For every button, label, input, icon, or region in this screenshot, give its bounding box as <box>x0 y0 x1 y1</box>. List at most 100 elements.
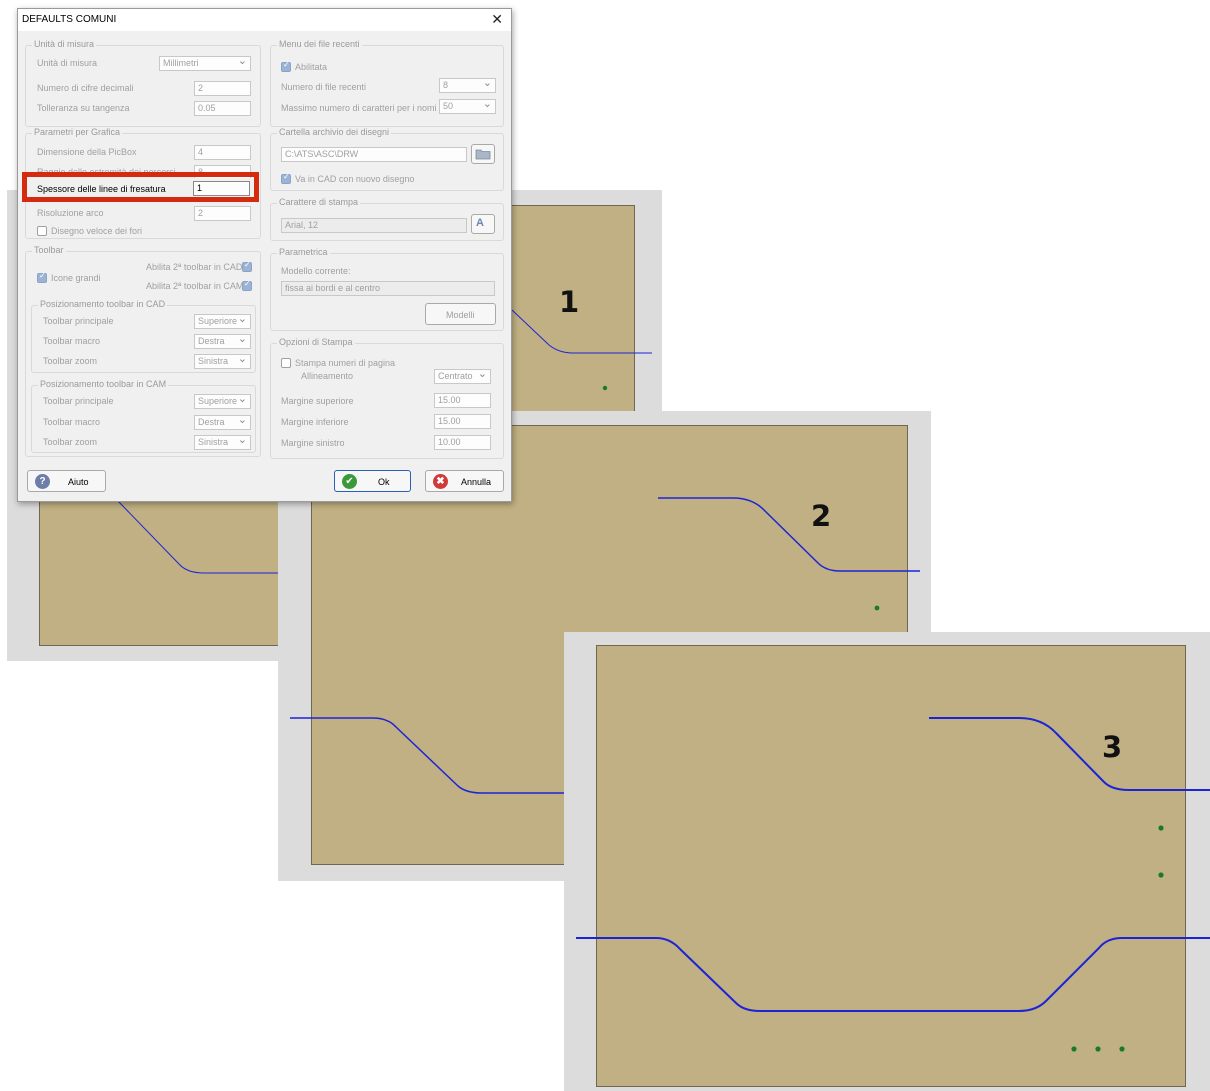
ok-button-label: Ok <box>378 477 390 487</box>
preview-number-1: 1 <box>559 285 580 319</box>
icone-checkbox[interactable] <box>37 271 47 283</box>
group-recenti-title: Menu dei file recenti <box>277 39 362 49</box>
group-unita: Unità di misura Unità di misura Millimet… <box>25 39 261 127</box>
group-carattere-title: Carattere di stampa <box>277 197 361 207</box>
font-field[interactable]: Arial, 12 <box>281 218 467 233</box>
hole-2a <box>874 605 880 611</box>
margine-superiore-field[interactable]: 15.00 <box>434 393 491 408</box>
tolerance-field[interactable]: 0.05 <box>194 101 251 116</box>
decimals-label: Numero di cifre decimali <box>37 83 134 93</box>
risoluzione-field[interactable]: 2 <box>194 206 251 221</box>
annulla-button-label: Annulla <box>461 477 492 487</box>
help-icon: ? <box>35 474 50 489</box>
hole-3e <box>1119 1046 1125 1052</box>
font-icon: A <box>476 217 484 229</box>
cad2-checkbox[interactable] <box>242 260 252 272</box>
margine-sinistro-label: Margine sinistro <box>281 438 345 448</box>
cad-principale-select[interactable]: Superiore <box>194 314 251 329</box>
cam-principale-select[interactable]: Superiore <box>194 394 251 409</box>
cam2-checkbox[interactable] <box>242 279 252 291</box>
icone-label: Icone grandi <box>51 273 101 283</box>
fori-checkbox[interactable] <box>37 226 47 236</box>
group-recenti: Menu dei file recenti Abilitata Numero d… <box>270 39 504 127</box>
cad-macro-select[interactable]: Destra <box>194 334 251 349</box>
check-icon: ✔ <box>342 474 357 489</box>
va-cad-checkbox[interactable] <box>281 172 291 184</box>
ok-button[interactable]: ✔ Ok <box>334 470 411 492</box>
browse-folder-button[interactable] <box>471 144 495 164</box>
numero-recenti-select[interactable]: 8 <box>439 78 496 93</box>
toolpath-svg-3 <box>576 717 1210 1052</box>
group-cartella: Cartella archivio dei disegni C:\ATS\ASC… <box>270 127 504 191</box>
highlight-box <box>22 172 259 202</box>
cad-principale-label: Toolbar principale <box>43 316 114 326</box>
aiuto-button[interactable]: ? Aiuto <box>27 470 106 492</box>
picbox-label: Dimensione della PicBox <box>37 147 137 157</box>
group-carattere: Carattere di stampa Arial, 12 A <box>270 197 504 241</box>
decimals-field[interactable]: 2 <box>194 81 251 96</box>
cam2-label: Abilita 2ª toolbar in CAM <box>146 281 244 291</box>
margine-inferiore-field[interactable]: 15.00 <box>434 414 491 429</box>
massimo-select[interactable]: 50 <box>439 99 496 114</box>
unit-select[interactable]: Millimetri <box>159 56 251 71</box>
modelli-button[interactable]: Modelli <box>425 303 496 325</box>
preview-panel-3: 3 <box>564 632 1210 1091</box>
toolpath-top-1 <box>511 309 652 354</box>
va-cad-label: Va in CAD con nuovo disegno <box>295 174 415 184</box>
cam-zoom-label: Toolbar zoom <box>43 437 98 447</box>
group-parametrica-title: Parametrica <box>277 247 330 257</box>
tolerance-label: Tolleranza su tangenza <box>37 103 130 113</box>
hole-3c <box>1071 1046 1077 1052</box>
unit-label: Unità di misura <box>37 58 98 68</box>
preview-number-3: 3 <box>1102 730 1123 764</box>
modelli-button-label: Modelli <box>446 310 475 320</box>
preview-number-2: 2 <box>811 499 832 533</box>
group-parametrica: Parametrica Modello corrente: fissa ai b… <box>270 247 504 331</box>
group-unita-title: Unità di misura <box>32 39 97 49</box>
margine-superiore-label: Margine superiore <box>281 396 354 406</box>
margine-inferiore-label: Margine inferiore <box>281 417 349 427</box>
fori-label: Disegno veloce dei fori <box>51 226 143 236</box>
close-icon[interactable]: ✕ <box>491 11 503 28</box>
numeri-pagina-label: Stampa numeri di pagina <box>295 358 396 368</box>
hole-3a <box>1158 825 1164 831</box>
group-toolbar-cad: Posizionamento toolbar in CAD Toolbar pr… <box>31 299 256 373</box>
cam-macro-select[interactable]: Destra <box>194 415 251 430</box>
group-stampa: Opzioni di Stampa Stampa numeri di pagin… <box>270 337 504 459</box>
dialog-title: DEFAULTS COMUNI <box>22 14 117 25</box>
cad2-label: Abilita 2ª toolbar in CAD <box>146 262 243 272</box>
annulla-button[interactable]: ✖ Annulla <box>425 470 504 492</box>
numero-recenti-label: Numero di file recenti <box>281 82 367 92</box>
cad-zoom-select[interactable]: Sinistra <box>194 354 251 369</box>
group-toolbar-cam-title: Posizionamento toolbar in CAM <box>38 379 169 389</box>
numeri-pagina-checkbox[interactable] <box>281 358 291 368</box>
cam-principale-label: Toolbar principale <box>43 396 114 406</box>
group-stampa-title: Opzioni di Stampa <box>277 337 355 347</box>
margine-sinistro-field[interactable]: 10.00 <box>434 435 491 450</box>
folder-icon <box>475 149 491 160</box>
group-toolbar-cam: Posizionamento toolbar in CAM Toolbar pr… <box>31 379 256 453</box>
allineamento-label: Allineamento <box>301 371 354 381</box>
toolpath-bottom-3 <box>576 937 1210 1012</box>
cancel-icon: ✖ <box>433 474 448 489</box>
cam-zoom-select[interactable]: Sinistra <box>194 435 251 450</box>
path-field[interactable]: C:\ATS\ASC\DRW <box>281 147 467 162</box>
allineamento-select[interactable]: Centrato <box>434 369 491 384</box>
abilitata-label: Abilitata <box>295 62 328 72</box>
aiuto-button-label: Aiuto <box>68 477 89 487</box>
abilitata-checkbox[interactable] <box>281 60 291 72</box>
hole-3d <box>1095 1046 1101 1052</box>
group-grafica-title: Parametri per Grafica <box>32 127 123 137</box>
cam-macro-label: Toolbar macro <box>43 417 101 427</box>
hole-3b <box>1158 872 1164 878</box>
cad-zoom-label: Toolbar zoom <box>43 356 98 366</box>
picbox-field[interactable]: 4 <box>194 145 251 160</box>
modello-field: fissa ai bordi e al centro <box>281 281 495 296</box>
dialog-titlebar: DEFAULTS COMUNI ✕ <box>18 9 511 31</box>
group-toolbar-title: Toolbar <box>32 245 66 255</box>
choose-font-button[interactable]: A <box>471 214 495 234</box>
toolpath-top-2 <box>658 497 920 572</box>
group-toolbar: Toolbar Icone grandi Abilita 2ª toolbar … <box>25 245 261 457</box>
group-cartella-title: Cartella archivio dei disegni <box>277 127 392 137</box>
toolpath-top-3 <box>929 717 1210 791</box>
